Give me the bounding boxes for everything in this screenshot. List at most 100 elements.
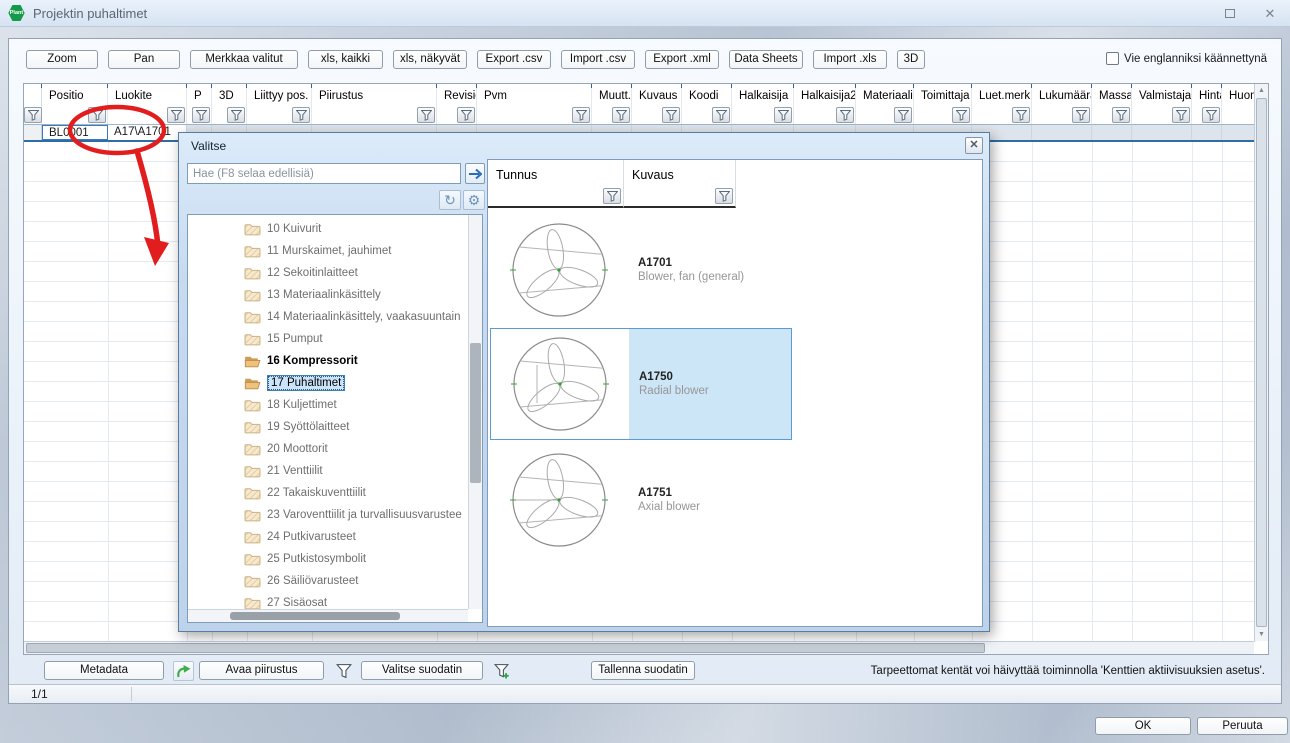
translate-checkbox[interactable]: [1106, 52, 1119, 65]
column-header-positio[interactable]: Positio: [42, 88, 108, 106]
toolbar-button-export-xml[interactable]: Export .xml: [645, 50, 719, 69]
column-header-koodi[interactable]: Koodi: [682, 88, 732, 106]
tree-item-16-kompressorit[interactable]: 16 Kompressorit: [188, 350, 468, 372]
filter-button-luet-merk[interactable]: [1012, 107, 1030, 123]
column-header-p[interactable]: P: [187, 88, 212, 106]
metadata-button[interactable]: Metadata: [44, 661, 164, 680]
data-cell-lukum-r[interactable]: [1032, 125, 1092, 140]
filter-button-hinta[interactable]: [1202, 107, 1220, 123]
tree-vscroll-thumb[interactable]: [470, 343, 481, 483]
tree-item-17-puhaltimet[interactable]: 17 Puhaltimet: [188, 372, 468, 394]
settings-button[interactable]: ⚙: [463, 190, 485, 210]
filter-button-kuvaus[interactable]: [715, 188, 733, 204]
column-header-massa[interactable]: Massa: [1092, 88, 1132, 106]
column-header-revisio[interactable]: Revisio: [437, 88, 477, 106]
symbol-item-a1750[interactable]: A1750Radial blower: [490, 328, 792, 440]
tree-item-15-pumput[interactable]: 15 Pumput: [188, 328, 468, 350]
filter-button-lukum-r[interactable]: [1072, 107, 1090, 123]
toolbar-button-3d[interactable]: 3D: [897, 50, 925, 69]
tree-item-24-putkivarusteet[interactable]: 24 Putkivarusteet: [188, 526, 468, 548]
column-header-muutt[interactable]: Muutt.: [592, 88, 632, 106]
tree-item-23-varoventtiilit-ja-turvallisuusvarustee[interactable]: 23 Varoventtiilit ja turvallisuusvaruste…: [188, 504, 468, 526]
symbol-item-a1751[interactable]: A1751Axial blower: [490, 448, 792, 552]
data-cell-massa[interactable]: [1092, 125, 1132, 140]
filter-button-valmistaja[interactable]: [1172, 107, 1190, 123]
tree-item-12-sekoitinlaitteet[interactable]: 12 Sekoitinlaitteet: [188, 262, 468, 284]
filter-button-materiaali[interactable]: [894, 107, 912, 123]
filter-button-toimittaja[interactable]: [952, 107, 970, 123]
filter-button-halkaisija2[interactable]: [836, 107, 854, 123]
filter-button-revisio[interactable]: [457, 107, 475, 123]
vertical-scroll-thumb[interactable]: [1256, 98, 1267, 627]
open-drawing-button[interactable]: Avaa piirustus: [199, 661, 324, 680]
column-header-halkaisija[interactable]: Halkaisija: [732, 88, 794, 106]
save-filter-button[interactable]: Tallenna suodatin: [591, 661, 695, 680]
column-header-luokite[interactable]: Luokite: [108, 88, 187, 106]
tree-item-20-moottorit[interactable]: 20 Moottorit: [188, 438, 468, 460]
scroll-down-icon[interactable]: ▼: [1255, 628, 1268, 641]
column-header-kuvaus[interactable]: Kuvaus: [632, 88, 682, 106]
column-header-pvm[interactable]: Pvm: [477, 88, 592, 106]
cancel-button[interactable]: Peruuta: [1197, 717, 1288, 735]
search-input[interactable]: [187, 163, 461, 184]
tree-item-21-venttiilit[interactable]: 21 Venttiilit: [188, 460, 468, 482]
data-cell-positio[interactable]: BL0001: [42, 125, 108, 140]
filter-button-liittyy-pos[interactable]: [292, 107, 310, 123]
column-header-piirustus[interactable]: Piirustus: [312, 88, 437, 106]
close-button[interactable]: ✕: [1262, 6, 1278, 21]
filter-button-row[interactable]: [24, 107, 42, 123]
column-header-liittyy-pos[interactable]: Liittyy pos.: [247, 88, 312, 106]
column-header-lukum-r[interactable]: Lukumäärä: [1032, 88, 1092, 106]
toolbar-button-merkkaa-valitut[interactable]: Merkkaa valitut: [190, 50, 298, 69]
tree-item-22-takaiskuventtiilit[interactable]: 22 Takaiskuventtiilit: [188, 482, 468, 504]
select-filter-button[interactable]: Valitse suodatin: [361, 661, 483, 680]
filter-button-massa[interactable]: [1112, 107, 1130, 123]
tree-item-10-kuivurit[interactable]: 10 Kuivurit: [188, 218, 468, 240]
filter-button-pvm[interactable]: [572, 107, 590, 123]
filter-button-halkaisija[interactable]: [774, 107, 792, 123]
column-header-halkaisija2[interactable]: Halkaisija2: [794, 88, 856, 106]
column-header-3d[interactable]: 3D: [212, 88, 247, 106]
toolbar-button-zoom[interactable]: Zoom: [26, 50, 98, 69]
refresh-green-button[interactable]: [173, 661, 194, 681]
toolbar-button-import-xls[interactable]: Import .xls: [813, 50, 887, 69]
ok-button[interactable]: OK: [1095, 717, 1191, 735]
toolbar-button-data-sheets[interactable]: Data Sheets: [729, 50, 803, 69]
column-header-materiaali[interactable]: Materiaali: [856, 88, 914, 106]
toolbar-button-export-csv[interactable]: Export .csv: [477, 50, 551, 69]
data-cell-luokite[interactable]: A17\A1701: [108, 125, 187, 140]
search-go-button[interactable]: [465, 163, 485, 184]
tree-item-19-sy-tt-laitteet[interactable]: 19 Syöttölaitteet: [188, 416, 468, 438]
table-vertical-scrollbar[interactable]: ▲ ▼: [1254, 84, 1268, 641]
refresh-button[interactable]: ↻: [439, 190, 461, 210]
toolbar-button-import-csv[interactable]: Import .csv: [561, 50, 635, 69]
filter-button-positio[interactable]: [88, 107, 106, 123]
tree-item-13-materiaalink-sittely[interactable]: 13 Materiaalinkäsittely: [188, 284, 468, 306]
column-header-hinta[interactable]: Hinta: [1192, 88, 1222, 106]
table-horizontal-scrollbar[interactable]: [24, 641, 1254, 654]
data-cell-valmistaja[interactable]: [1132, 125, 1192, 140]
column-header-luet-merk[interactable]: Luet.merk.: [972, 88, 1032, 106]
filter-icon-button[interactable]: [333, 661, 354, 681]
filter-button-koodi[interactable]: [712, 107, 730, 123]
tree-horizontal-scrollbar[interactable]: [188, 609, 468, 622]
tree-hscroll-thumb[interactable]: [230, 612, 400, 620]
tree-item-26-s-ili-varusteet[interactable]: 26 Säiliövarusteet: [188, 570, 468, 592]
tree-item-11-murskaimet-jauhimet[interactable]: 11 Murskaimet, jauhimet: [188, 240, 468, 262]
filter-button-luokite[interactable]: [167, 107, 185, 123]
tree-item-18-kuljettimet[interactable]: 18 Kuljettimet: [188, 394, 468, 416]
filter-button-muutt[interactable]: [612, 107, 630, 123]
filter-button-3d[interactable]: [227, 107, 245, 123]
scroll-up-icon[interactable]: ▲: [1255, 84, 1268, 97]
tree-item-14-materiaalink-sittely-vaakasuuntain[interactable]: 14 Materiaalinkäsittely, vaakasuuntain: [188, 306, 468, 328]
toolbar-button-pan[interactable]: Pan: [108, 50, 180, 69]
toolbar-button-xls-n-kyv-t[interactable]: xls, näkyvät: [393, 50, 467, 69]
add-filter-icon-button[interactable]: [491, 661, 512, 681]
filter-button-kuvaus[interactable]: [662, 107, 680, 123]
column-header-toimittaja[interactable]: Toimittaja: [914, 88, 972, 106]
tree-item-25-putkistosymbolit[interactable]: 25 Putkistosymbolit: [188, 548, 468, 570]
tree-vertical-scrollbar[interactable]: [468, 215, 482, 609]
data-cell-hinta[interactable]: [1192, 125, 1222, 140]
maximize-button[interactable]: [1222, 6, 1238, 21]
dialog-close-button[interactable]: ✕: [965, 137, 983, 154]
